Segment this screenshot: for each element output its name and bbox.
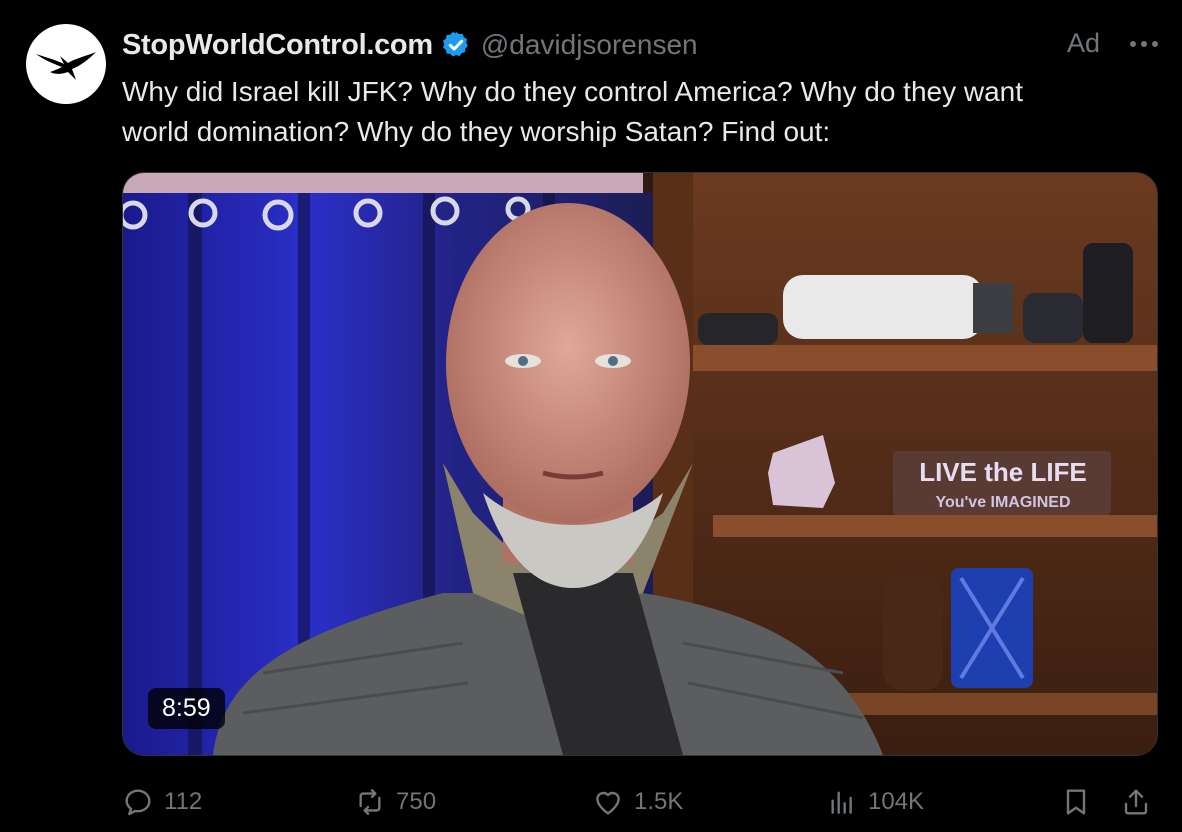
sign-text: LIVE the LIFE [919, 457, 1087, 487]
like-button[interactable]: 1.5K [592, 780, 683, 824]
more-dots-icon[interactable] [1126, 26, 1162, 62]
bookmark-icon [1066, 789, 1086, 815]
reply-button[interactable]: 112 [122, 780, 202, 824]
tweet-text-line: Why did Israel kill JFK? Why do they con… [122, 76, 1024, 107]
repost-icon [359, 789, 381, 815]
reply-count: 112 [164, 788, 203, 815]
eagle-logo-icon [36, 52, 96, 80]
reply-icon [125, 789, 151, 816]
repost-count: 750 [396, 788, 437, 815]
action-bar: 112 750 1.5K 104K [122, 780, 1162, 824]
sign-text: You've IMAGINED [935, 494, 1070, 511]
video-duration: 8:59 [148, 688, 225, 729]
video-thumbnail: LIVE the LIFE You've IMAGINED [123, 173, 1157, 755]
share-icon [1124, 789, 1148, 815]
repost-button[interactable]: 750 [354, 780, 436, 824]
verified-badge-icon[interactable] [441, 30, 471, 60]
tweet-header: StopWorldControl.com @davidjsorensen Ad [122, 26, 1162, 64]
views-chart-icon [831, 791, 852, 814]
video-player[interactable]: LIVE the LIFE You've IMAGINED 8:59 [122, 172, 1158, 756]
user-handle[interactable]: @davidjsorensen [481, 29, 698, 61]
like-count: 1.5K [634, 788, 684, 815]
heart-icon [596, 791, 620, 815]
display-name[interactable]: StopWorldControl.com [122, 29, 433, 62]
bookmark-button[interactable] [1060, 780, 1102, 824]
views-button[interactable]: 104K [826, 780, 924, 824]
share-button[interactable] [1120, 780, 1162, 824]
view-count: 104K [868, 788, 925, 815]
tweet-text: Why did Israel kill JFK? Why do they con… [122, 72, 1132, 152]
ad-label: Ad [1066, 28, 1100, 58]
avatar[interactable] [26, 24, 106, 104]
tweet-text-line: world domination? Why do they worship Sa… [122, 116, 831, 147]
